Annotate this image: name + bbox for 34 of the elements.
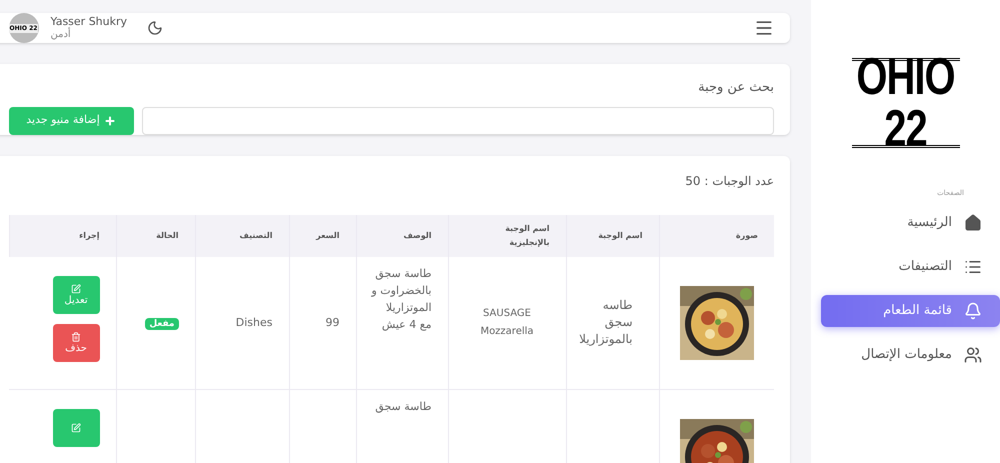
- edit-button[interactable]: تعديل: [52, 276, 100, 314]
- nav-item[interactable]: الرئيسية: [821, 206, 1000, 238]
- add-button[interactable]: إضافة منيو جديد: [8, 106, 134, 134]
- nav-item[interactable]: معلومات الإتصال: [821, 338, 1000, 370]
- search-title: بحث عن وجبة: [697, 79, 774, 97]
- meal-count: عدد الوجبات : 50: [684, 172, 774, 190]
- user-role: أدمن: [50, 28, 72, 42]
- search-field[interactable]: [142, 106, 774, 134]
- table-cell: Dishes: [236, 316, 272, 328]
- trash-icon: [71, 332, 81, 342]
- table-cell-text: طاسة سجق بالخضراوت و الموتزاريلا مع 4 عيش: [372, 266, 432, 332]
- nav-item[interactable]: التصنيفات: [821, 250, 1000, 282]
- column-header: التصنيف: [195, 214, 289, 256]
- column-header: اسم الوجبة: [566, 214, 659, 256]
- column-header: اسم الوجبة بالإنجليزية: [448, 214, 566, 256]
- users-icon: [964, 346, 982, 364]
- nav-item[interactable]: قائمة الطعام: [821, 294, 1000, 326]
- table-cell-text: طاسة سجق: [374, 399, 432, 415]
- edit-icon: [71, 423, 81, 433]
- status-badge: مفعل: [145, 318, 178, 330]
- column-header: صورة: [659, 214, 774, 256]
- bell-icon: [964, 302, 982, 320]
- column-header: السعر: [289, 214, 356, 256]
- moon-icon[interactable]: [147, 20, 164, 36]
- edit-icon: [71, 284, 81, 294]
- column-header: الحالة: [116, 214, 195, 256]
- plus-icon: [104, 114, 116, 126]
- table-cell-text: SAUSAGE Mozzarella: [479, 306, 535, 339]
- user-name: Yasser Shukry: [50, 14, 128, 28]
- home-icon: [964, 214, 982, 232]
- delete-button[interactable]: حذف: [52, 324, 100, 362]
- column-header: إجراء: [9, 214, 116, 256]
- table-cell: 99: [326, 316, 340, 328]
- column-header: الوصف: [356, 214, 448, 256]
